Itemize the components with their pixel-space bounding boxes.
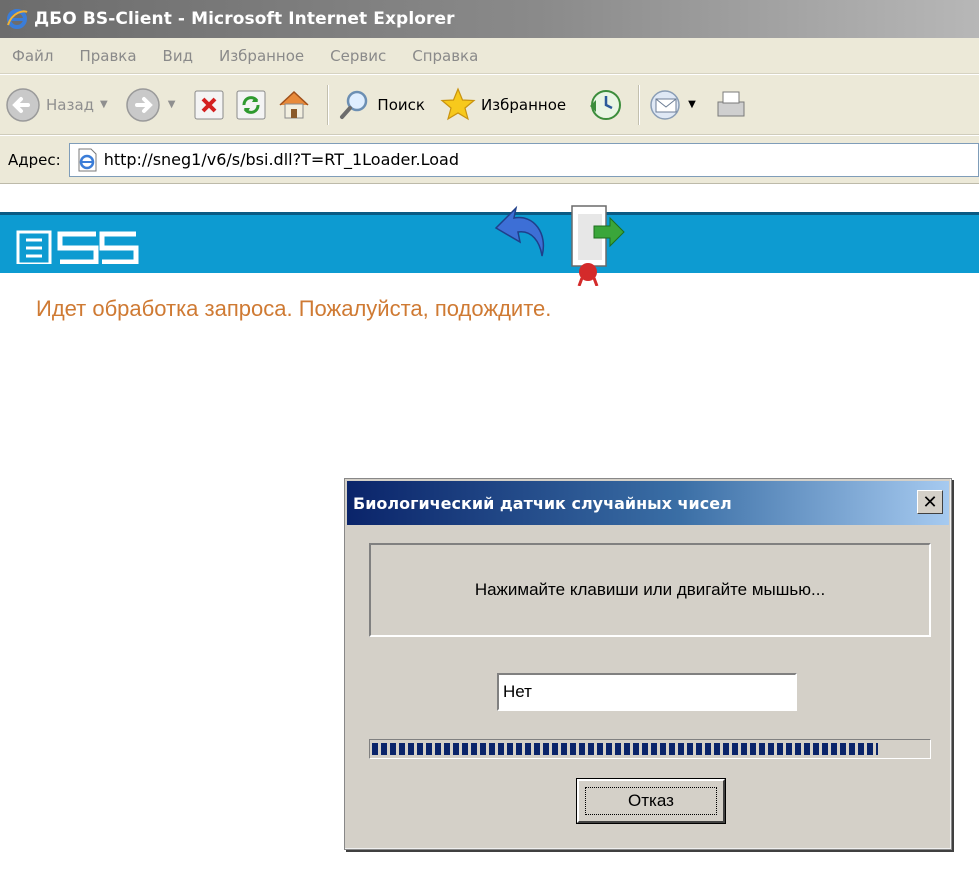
window-title-bar[interactable]: ДБО BS-Client - Microsoft Internet Explo… (0, 0, 979, 38)
address-bar: Адрес: http://sneg1/v6/s/bsi.dll?T=RT_1L… (0, 136, 979, 184)
dialog-close-button[interactable]: ✕ (917, 490, 943, 514)
back-button[interactable]: Назад ▼ (4, 86, 118, 124)
menu-tools[interactable]: Сервис (330, 47, 386, 65)
home-button[interactable] (275, 86, 313, 124)
history-icon (590, 89, 622, 120)
random-generator-dialog: Биологический датчик случайных чисел ✕ Н… (344, 478, 952, 850)
home-icon (279, 90, 309, 118)
mail-icon (650, 89, 680, 120)
dialog-value-field[interactable]: Нет (497, 673, 797, 711)
print-button[interactable] (712, 86, 748, 124)
menu-file[interactable]: Файл (12, 47, 53, 65)
page-icon (78, 148, 97, 171)
back-arrow-icon (6, 87, 40, 122)
dialog-title-bar[interactable]: Биологический датчик случайных чисел ✕ (347, 481, 949, 525)
dialog-progress-bar (369, 739, 931, 759)
stop-icon (194, 90, 224, 119)
menu-help[interactable]: Справка (412, 47, 478, 65)
mail-dropdown-icon[interactable]: ▼ (688, 99, 696, 110)
window-title: ДБО BS-Client - Microsoft Internet Explo… (34, 9, 455, 29)
toolbar: Назад ▼ ▼ Поиск Избранное ▼ (0, 75, 979, 135)
menu-view[interactable]: Вид (163, 47, 193, 65)
back-dropdown-icon[interactable]: ▼ (100, 99, 108, 110)
menu-bar: Файл Правка Вид Избранное Сервис Справка (0, 38, 979, 74)
processing-status-message: Идет обработка запроса. Пожалуйста, подо… (36, 296, 552, 321)
dialog-prompt-text: Нажимайте клавиши или двигайте мышью... (474, 580, 826, 599)
back-label: Назад (46, 95, 95, 114)
menu-edit[interactable]: Правка (79, 47, 136, 65)
address-field[interactable]: http://sneg1/v6/s/bsi.dll?T=RT_1Loader.L… (68, 142, 979, 177)
refresh-button[interactable] (233, 87, 269, 123)
forward-arrow-icon (125, 87, 160, 122)
logout-door-icon[interactable] (566, 186, 626, 286)
dialog-title: Биологический датчик случайных чисел (353, 493, 732, 513)
toolbar-separator (327, 84, 330, 125)
favorites-label: Избранное (480, 95, 567, 114)
bss-logo (12, 226, 142, 264)
forward-button[interactable]: ▼ (124, 86, 186, 124)
bss-banner (0, 184, 979, 286)
address-label: Адрес: (8, 150, 61, 169)
back-navigation-icon[interactable] (492, 190, 554, 266)
address-url: http://sneg1/v6/s/bsi.dll?T=RT_1Loader.L… (103, 150, 459, 169)
forward-dropdown-icon[interactable]: ▼ (168, 99, 176, 110)
favorites-button[interactable]: Избранное (439, 86, 566, 124)
search-button[interactable]: Поиск (337, 87, 425, 123)
progress-fill (372, 743, 878, 755)
stop-button[interactable] (191, 87, 227, 123)
close-icon: ✕ (922, 491, 938, 513)
refresh-icon (236, 90, 266, 119)
toolbar-separator (638, 84, 641, 125)
search-label: Поиск (377, 95, 425, 114)
history-button[interactable] (586, 86, 624, 124)
internet-explorer-icon (7, 9, 28, 29)
cancel-button[interactable]: Отказ (577, 779, 725, 823)
banner-band (0, 212, 979, 273)
search-icon (340, 90, 368, 119)
mail-button[interactable]: ▼ (648, 86, 706, 124)
menu-favorites[interactable]: Избранное (219, 47, 304, 65)
star-icon (440, 86, 476, 120)
printer-icon (717, 91, 745, 116)
dialog-prompt-panel: Нажимайте клавиши или двигайте мышью... (369, 543, 931, 637)
